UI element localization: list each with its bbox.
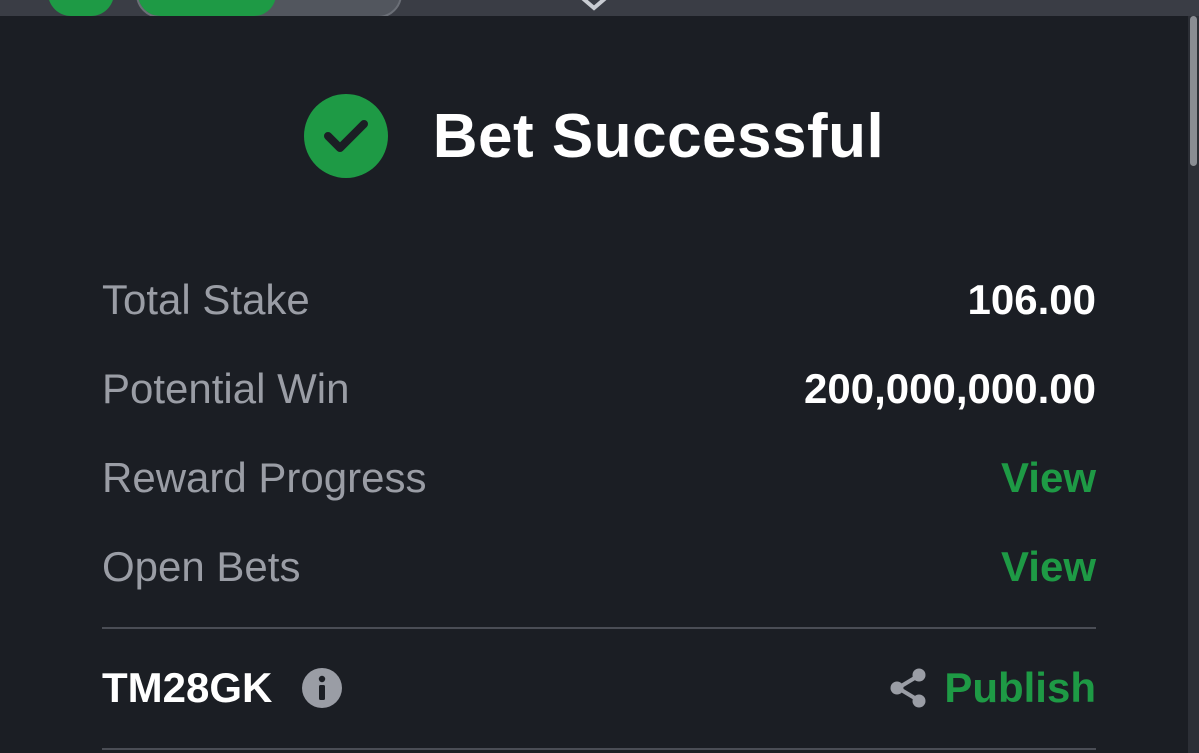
potential-win-label: Potential Win [102,365,350,412]
share-icon [890,668,926,708]
potential-win-value: 200,000,000.00 [804,365,1096,412]
reward-progress-view-link[interactable]: View [1001,454,1096,502]
scrollbar[interactable] [1188,16,1199,753]
open-bets-row: Open Bets View [102,537,1096,597]
booking-row: TM28GK Publish [102,658,1096,718]
page-title: Bet Successful [432,101,885,171]
check-circle-icon [303,94,388,178]
total-stake-row: Total Stake 106.00 [102,270,1096,330]
publish-button[interactable]: Publish [886,664,1096,712]
total-stake-value: 106.00 [967,276,1096,323]
bottom-divider [102,748,1096,750]
divider [102,627,1096,629]
top-pill-left[interactable] [48,0,114,16]
reward-progress-label: Reward Progress [102,454,427,501]
potential-win-row: Potential Win 200,000,000.00 [102,359,1096,419]
top-pill-fill [138,0,276,16]
booking-code: TM28GK [102,664,273,711]
publish-label: Publish [944,664,1096,711]
booking-code-group: TM28GK [102,664,343,712]
reward-progress-row: Reward Progress View [102,448,1096,508]
success-header: Bet Successful [0,94,1188,178]
open-bets-label: Open Bets [102,543,301,590]
scrollbar-thumb[interactable] [1190,16,1197,166]
info-icon[interactable] [302,668,343,708]
open-bets-view-link[interactable]: View [1001,543,1096,591]
top-bar [0,0,1199,16]
total-stake-label: Total Stake [102,276,310,323]
chevron-down-icon[interactable] [576,0,612,14]
top-pill-toggle[interactable] [136,0,402,16]
